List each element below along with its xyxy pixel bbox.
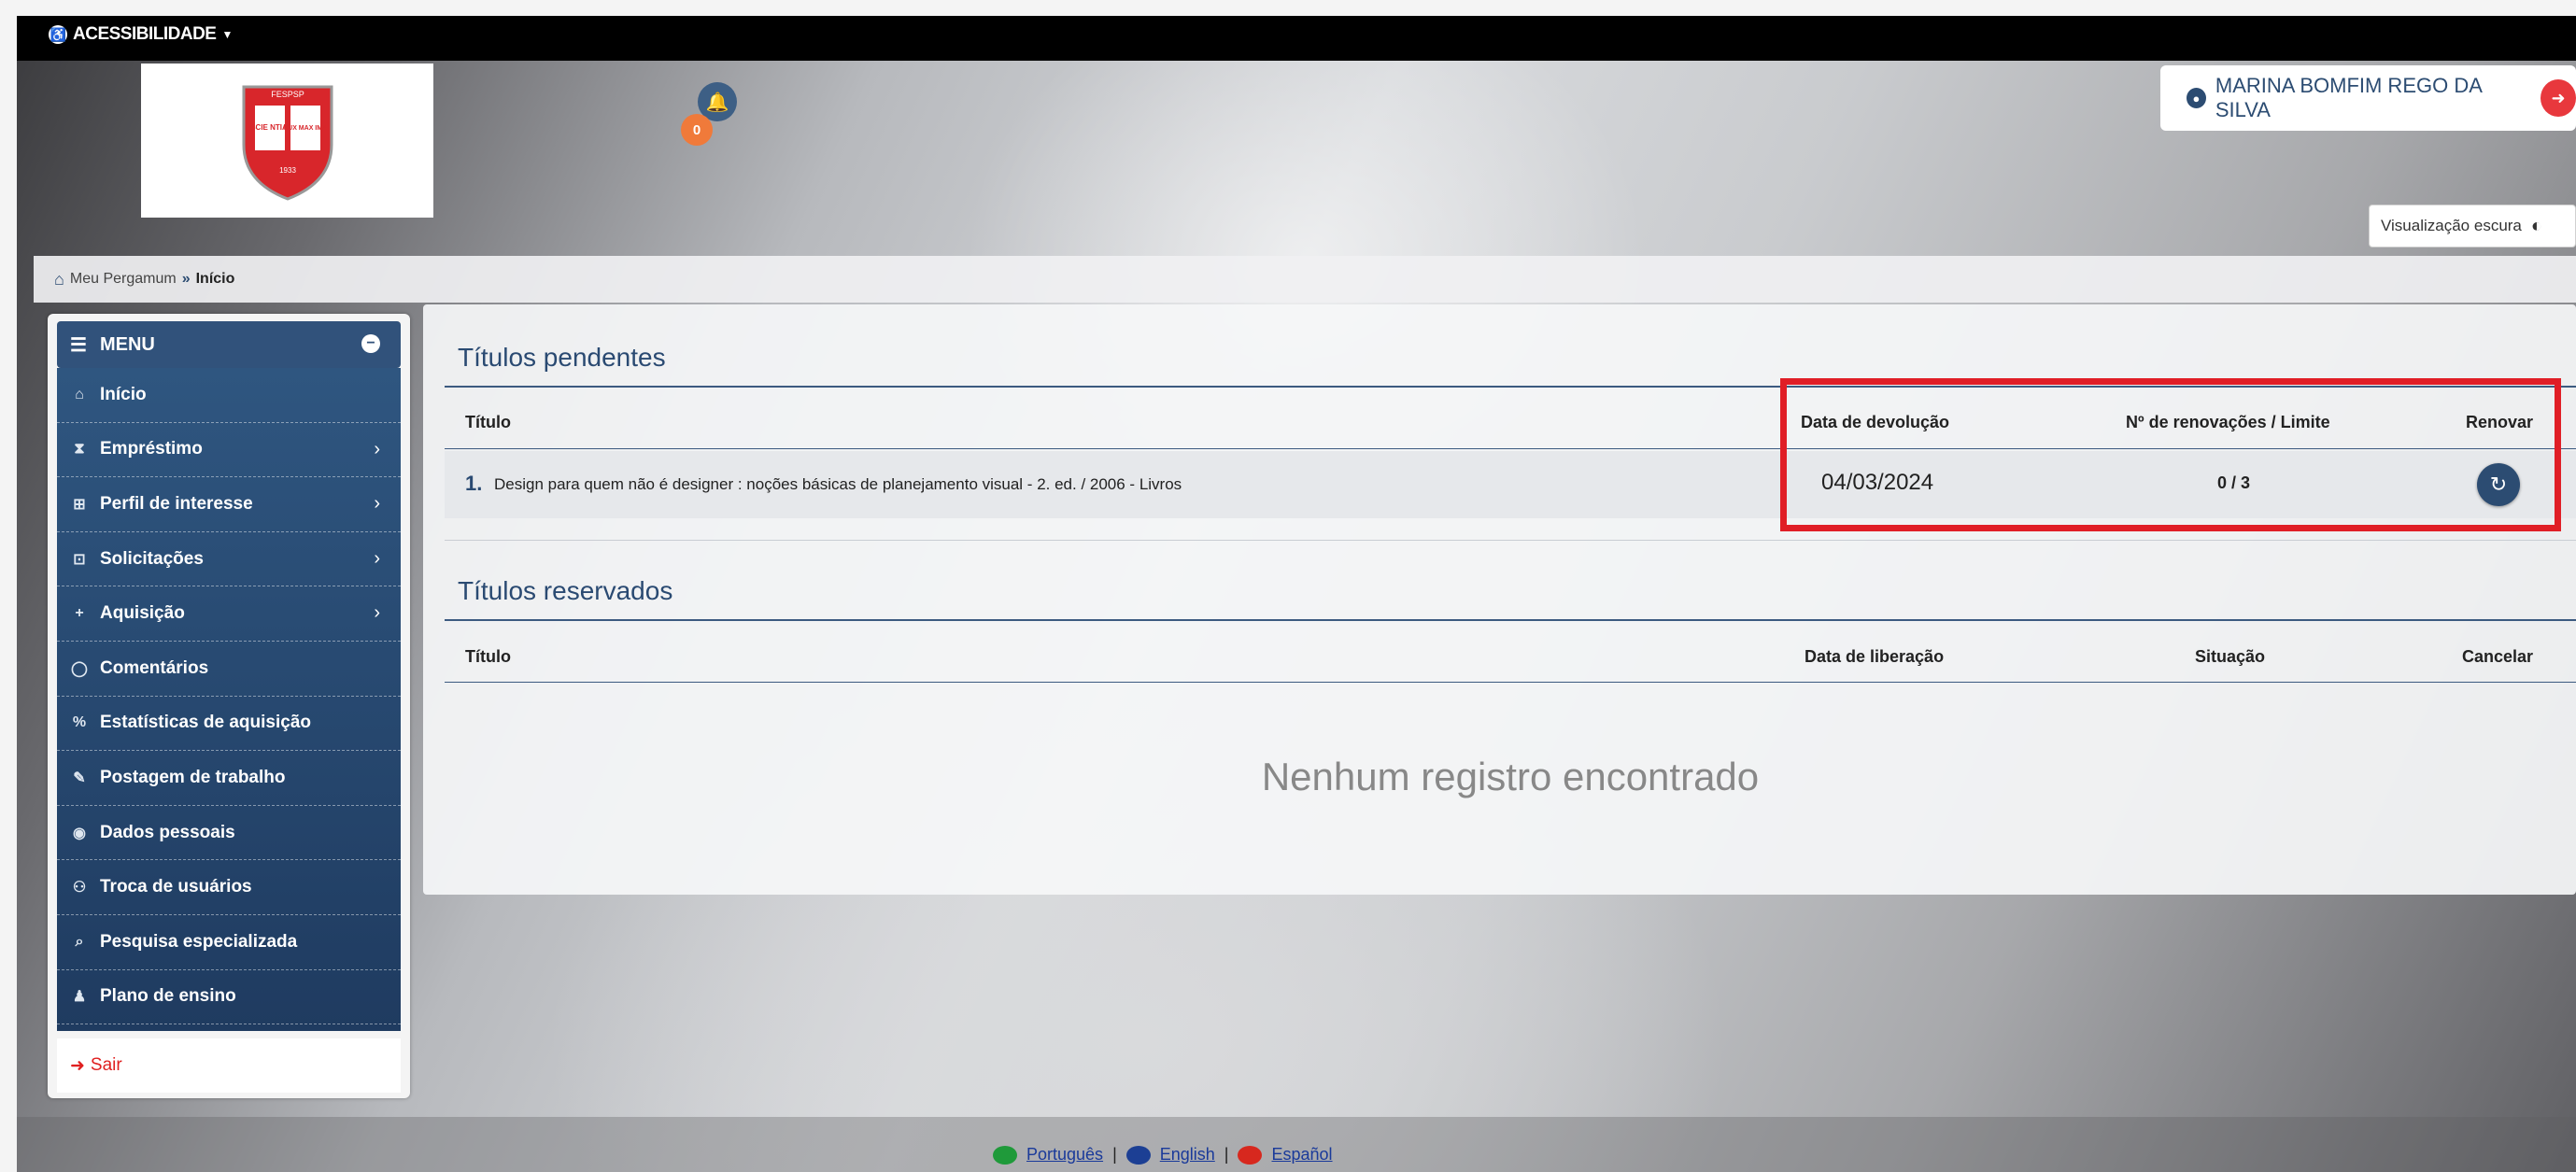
hourglass-icon: ⧗ <box>74 441 85 458</box>
accessibility-label: ACESSIBILIDADE <box>73 24 217 44</box>
logout-icon[interactable]: ➜ <box>2541 79 2576 117</box>
menu-title: MENU <box>99 333 155 355</box>
exit-icon: ➜ <box>70 1055 85 1076</box>
teacher-icon: ♟ <box>72 989 87 1006</box>
sidebar-item-label: Perfil de interesse <box>100 493 253 514</box>
breadcrumb: ⌂ Meu Pergamum » Início <box>34 256 2576 303</box>
sidebar-item-label: Plano de ensino <box>100 986 236 1007</box>
sidebar-item-label: Troca de usuários <box>100 877 252 897</box>
users-icon: ⚇ <box>72 880 87 897</box>
dark-mode-label: Visualização escura <box>2381 217 2522 234</box>
accessibility-menu[interactable]: ♿ ACESSIBILIDADE ▼ <box>49 24 233 45</box>
user-panel[interactable]: ● MARINA BOMFIM REGO DA SILVA ➜ <box>2160 65 2576 131</box>
collapse-icon[interactable]: − <box>361 334 380 353</box>
sidebar-menu: ☰ MENU − ⌂ Início ⧗ Empréstimo › ⊞ Perfil de i… <box>48 314 410 1098</box>
page-frame: ♿ ACESSIBILIDADE ▼ FESPSP SCIE NTIA LUX … <box>17 0 2576 1172</box>
lang-english[interactable]: English <box>1160 1145 1215 1165</box>
home-icon: ⌂ <box>54 269 64 289</box>
sidebar-item-label: Comentários <box>100 657 209 678</box>
menu-header[interactable]: ☰ MENU − <box>57 321 401 368</box>
sidebar-item[interactable]: + Aquisição › <box>57 586 401 642</box>
exit-label: Sair <box>90 1055 122 1075</box>
row-number: 1. <box>465 472 483 495</box>
pending-titles-heading: Títulos pendentes <box>458 343 666 372</box>
chevron-right-icon: › <box>374 493 380 515</box>
highlight-annotation <box>1780 378 2561 531</box>
accessibility-icon: ♿ <box>49 25 67 44</box>
toggle-icon: ◐ <box>2530 215 2542 236</box>
chevron-right-icon: › <box>374 602 380 624</box>
lang-separator: | <box>1224 1145 1229 1164</box>
logo-right-text: LUX MAX IMA <box>283 125 326 132</box>
accessibility-bar: ♿ ACESSIBILIDADE ▼ <box>17 16 2576 61</box>
bell-icon: 🔔 <box>705 92 729 113</box>
sidebar-item-label: Aquisição <box>100 603 185 624</box>
sitemap-icon: ⊞ <box>73 496 86 513</box>
sidebar-item-label: Postagem de trabalho <box>100 767 286 787</box>
sidebar-item-label: Início <box>100 384 147 404</box>
search-icon: ⌕ <box>75 933 84 950</box>
chevron-right-icon: › <box>374 547 380 569</box>
user-icon: ● <box>2187 88 2206 108</box>
sidebar-item[interactable]: ⚇ Troca de usuários <box>57 860 401 915</box>
home-icon: ⌂ <box>75 386 84 402</box>
user-circle-icon: ◉ <box>73 825 86 841</box>
chevron-down-icon: ▼ <box>221 28 233 41</box>
logo-top-text: FESPSP <box>271 90 304 99</box>
language-selector: Português | English | Español <box>993 1145 1333 1165</box>
divider <box>445 540 2576 541</box>
sidebar-item[interactable]: ◯ Comentários <box>57 642 401 697</box>
sidebar-item[interactable]: ✎ Postagem de trabalho <box>57 751 401 806</box>
logo[interactable]: FESPSP SCIE NTIA LUX MAX IMA 1933 <box>141 64 433 218</box>
percent-icon: % <box>72 714 87 731</box>
breadcrumb-root[interactable]: Meu Pergamum <box>70 271 177 288</box>
fespsp-logo-icon: FESPSP SCIE NTIA LUX MAX IMA 1933 <box>242 85 333 201</box>
sidebar-item[interactable]: ⊞ Perfil de interesse › <box>57 477 401 532</box>
empty-message: Nenhum registro encontrado <box>1261 755 1760 798</box>
sidebar-item[interactable]: ◉ Dados pessoais <box>57 806 401 861</box>
sidebar-item[interactable]: ♟ Plano de ensino <box>57 970 401 1025</box>
sidebar-item[interactable]: ⊡ Solicitações › <box>57 532 401 587</box>
lang-spanish[interactable]: Español <box>1271 1145 1332 1165</box>
edit-icon: ✎ <box>73 770 86 786</box>
spain-flag-icon <box>1238 1145 1263 1165</box>
comment-icon: ◯ <box>71 660 88 677</box>
breadcrumb-current: Início <box>195 271 235 287</box>
user-name: MARINA BOMFIM REGO DA SILVA <box>2215 74 2482 121</box>
sidebar-item[interactable]: ⌕ Pesquisa especializada <box>57 915 401 970</box>
brazil-flag-icon <box>993 1145 1017 1165</box>
sidebar-item-label: Dados pessoais <box>100 822 235 842</box>
exit-button[interactable]: ➜ Sair <box>57 1038 401 1093</box>
chevron-right-icon: › <box>374 438 380 459</box>
row-title[interactable]: Design para quem não é designer : noções… <box>494 475 1182 494</box>
sidebar-item[interactable]: ⌂ Início <box>57 368 401 423</box>
sidebar-item-label: Estatísticas de aquisição <box>100 713 311 733</box>
uk-flag-icon <box>1125 1145 1151 1165</box>
plus-icon: + <box>75 605 84 622</box>
sidebar-item-label: Solicitações <box>100 548 204 569</box>
reserved-header-date: Data de liberação <box>1805 647 1945 666</box>
lang-portuguese[interactable]: Português <box>1026 1145 1103 1165</box>
notification-count-badge: 0 <box>681 114 713 146</box>
reserved-header-title: Título <box>465 647 511 666</box>
reserved-header-cancel: Cancelar <box>2462 647 2534 666</box>
pending-header-title: Título <box>465 413 511 431</box>
reserved-titles-heading: Títulos reservados <box>458 576 673 605</box>
sidebar-item-label: Empréstimo <box>100 439 203 459</box>
cart-icon: ⊡ <box>73 551 86 568</box>
sidebar-item-label: Pesquisa especializada <box>100 931 298 952</box>
menu-list: ⌂ Início ⧗ Empréstimo › ⊞ Perfil de interesse ›… <box>57 368 401 1031</box>
divider <box>445 682 2576 683</box>
sidebar-item[interactable]: % Estatísticas de aquisição <box>57 697 401 752</box>
dark-mode-toggle[interactable]: Visualização escura ◐ <box>2369 205 2576 247</box>
logo-year: 1933 <box>279 166 296 175</box>
reserved-header-status: Situação <box>2195 647 2266 666</box>
lang-separator: | <box>1112 1145 1117 1164</box>
divider <box>445 619 2576 621</box>
hamburger-icon: ☰ <box>70 334 87 356</box>
logo-left-text: SCIE NTIA <box>250 123 288 132</box>
breadcrumb-separator-icon: » <box>181 271 191 287</box>
sidebar-item[interactable]: ⧗ Empréstimo › <box>57 423 401 478</box>
